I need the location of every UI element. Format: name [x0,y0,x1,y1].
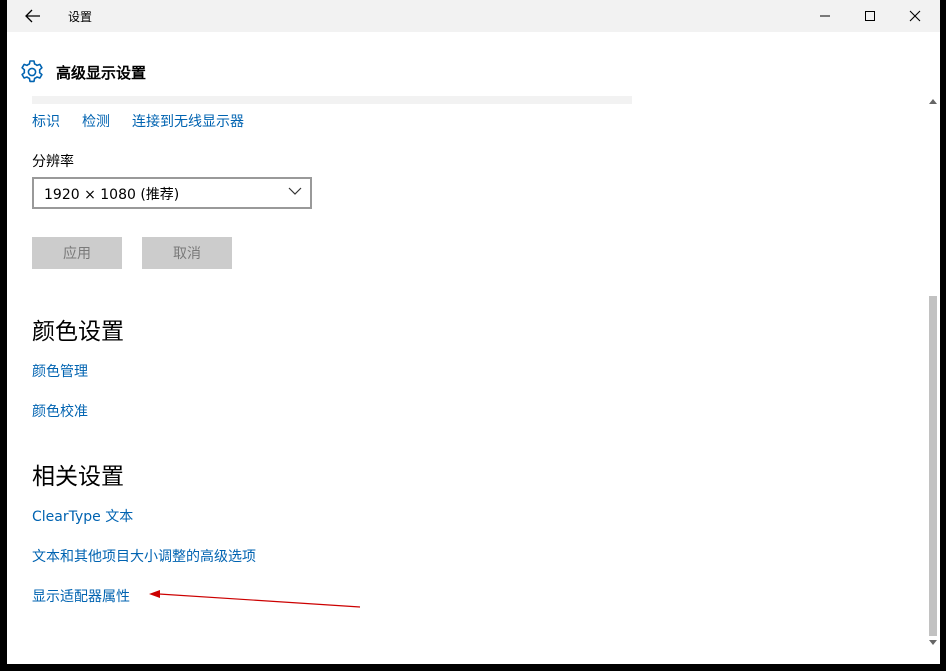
settings-window: 设置 高级显示设置 标识 检测 连接到无线显示器 分辨率 1920 × 1080… [7,0,940,664]
scroll-down-icon[interactable] [928,638,938,648]
annotation-arrow [149,590,361,608]
scrollbar[interactable] [928,96,938,648]
scroll-up-icon[interactable] [928,96,938,106]
scrollbar-thumb[interactable] [929,296,937,636]
